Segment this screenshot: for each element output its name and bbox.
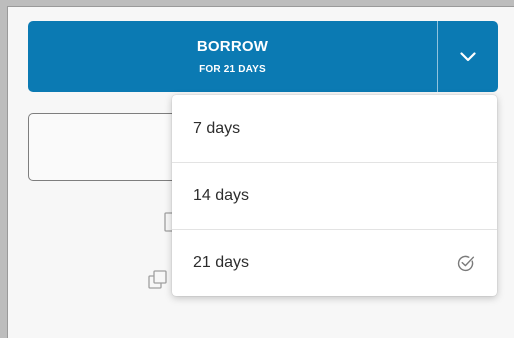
option-label: 14 days [193, 187, 250, 204]
duration-option-7-days[interactable]: 7 days [172, 95, 497, 162]
borrow-split-button: BORROW FOR 21 DAYS [28, 21, 498, 92]
duration-option-14-days[interactable]: 14 days [172, 162, 497, 229]
copy-icon [148, 270, 170, 295]
duration-option-21-days[interactable]: 21 days [172, 229, 497, 296]
duration-dropdown-menu: 7 days 14 days 21 days [172, 95, 497, 296]
borrow-button[interactable]: BORROW FOR 21 DAYS [28, 21, 437, 92]
duration-dropdown-toggle[interactable] [438, 21, 498, 92]
option-label: 21 days [193, 254, 250, 271]
borrow-label: BORROW [196, 38, 269, 55]
check-circle-icon [457, 254, 475, 272]
borrow-duration-label: FOR 21 DAYS [199, 64, 266, 75]
option-label: 7 days [193, 119, 241, 137]
chevron-down-icon [460, 51, 476, 61]
